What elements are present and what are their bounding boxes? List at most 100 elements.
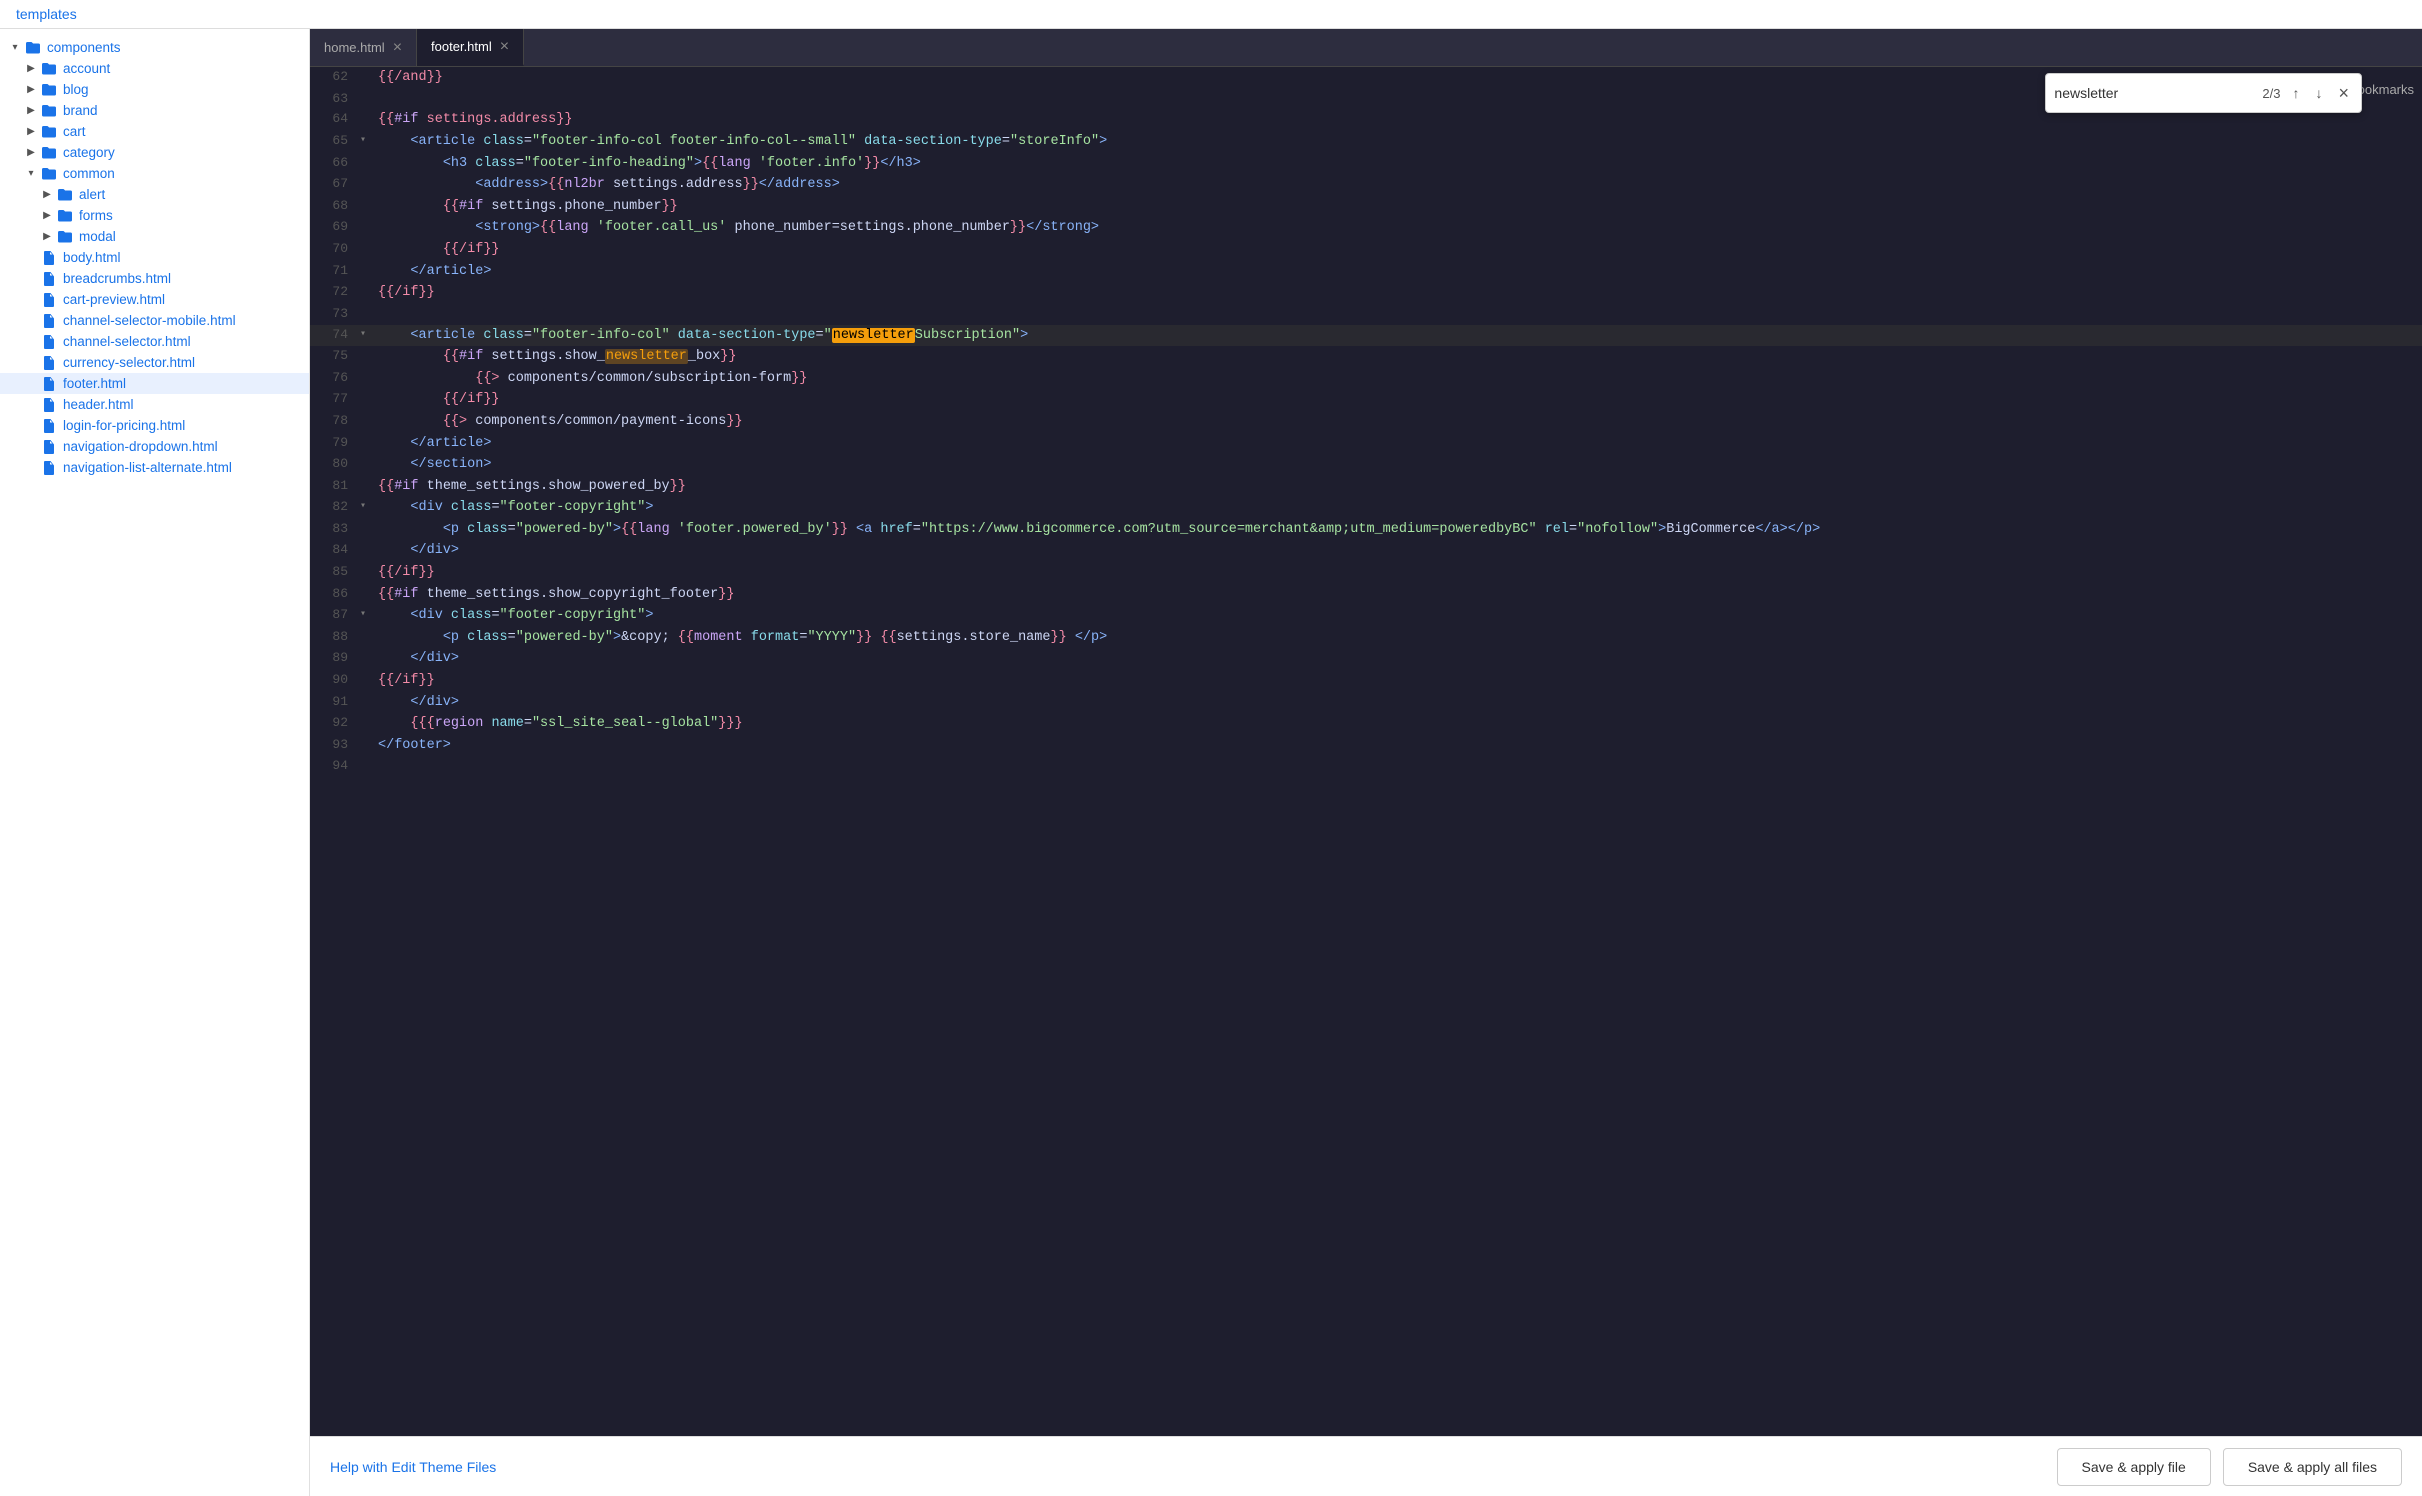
code-line-79: 79 </article>: [310, 433, 2422, 455]
line-content-90: {{/if}}: [374, 670, 2422, 692]
line-arrow-91: [360, 692, 374, 714]
line-num-69: 69: [310, 217, 360, 239]
editor-area: home.html × footer.html × 2/3 ↑ ↓ × >> |…: [310, 29, 2422, 1496]
tab-footer-html[interactable]: footer.html ×: [417, 29, 524, 66]
line-arrow-94: [360, 756, 374, 777]
sidebar-item-footer-html[interactable]: ▶ footer.html: [0, 373, 309, 394]
sidebar-item-channel-selector-mobile-html[interactable]: ▶ channel-selector-mobile.html: [0, 310, 309, 331]
code-line-94: 94: [310, 756, 2422, 777]
code-line-71: 71 </article>: [310, 261, 2422, 283]
line-content-73: [374, 304, 2422, 325]
sidebar-item-common[interactable]: ▾ common: [0, 163, 309, 184]
tab-close-footer-html[interactable]: ×: [500, 39, 509, 55]
sidebar-label-modal: modal: [79, 229, 116, 244]
line-num-80: 80: [310, 454, 360, 476]
line-arrow-66: [360, 153, 374, 175]
code-line-86: 86 {{#if theme_settings.show_copyright_f…: [310, 584, 2422, 606]
code-line-80: 80 </section>: [310, 454, 2422, 476]
line-num-79: 79: [310, 433, 360, 455]
chevron-right-icon: ▶: [40, 188, 54, 202]
line-arrow-73: [360, 304, 374, 325]
line-content-78: {{> components/common/payment-icons}}: [374, 411, 2422, 433]
sidebar-item-forms[interactable]: ▶ forms: [0, 205, 309, 226]
line-content-94: [374, 756, 2422, 777]
chevron-right-icon: ▶: [40, 230, 54, 244]
line-content-77: {{/if}}: [374, 389, 2422, 411]
sidebar-item-navigation-list-alternate-html[interactable]: ▶ navigation-list-alternate.html: [0, 457, 309, 478]
code-line-88: 88 <p class="powered-by">&copy; {{moment…: [310, 627, 2422, 649]
line-num-94: 94: [310, 756, 360, 777]
line-content-87: <div class="footer-copyright">: [374, 605, 2422, 627]
tab-label-home-html: home.html: [324, 40, 385, 55]
line-content-69: <strong>{{lang 'footer.call_us' phone_nu…: [374, 217, 2422, 239]
line-arrow-79: [360, 433, 374, 455]
sidebar-item-navigation-dropdown-html[interactable]: ▶ navigation-dropdown.html: [0, 436, 309, 457]
line-content-70: {{/if}}: [374, 239, 2422, 261]
code-line-72: 72 {{/if}}: [310, 282, 2422, 304]
line-arrow-89: [360, 648, 374, 670]
search-close-button[interactable]: ×: [2334, 81, 2353, 106]
code-line-68: 68 {{#if settings.phone_number}}: [310, 196, 2422, 218]
sidebar-item-breadcrumbs-html[interactable]: ▶ breadcrumbs.html: [0, 268, 309, 289]
search-input[interactable]: [2054, 85, 2254, 101]
line-content-65: <article class="footer-info-col footer-i…: [374, 131, 2422, 153]
line-content-92: {{{region name="ssl_site_seal--global"}}…: [374, 713, 2422, 735]
sidebar-item-body-html[interactable]: ▶ body.html: [0, 247, 309, 268]
sidebar-label-body-html: body.html: [63, 250, 121, 265]
folder-open-icon: [24, 41, 42, 55]
line-num-73: 73: [310, 304, 360, 325]
line-content-71: </article>: [374, 261, 2422, 283]
sidebar-item-cart[interactable]: ▶ cart: [0, 121, 309, 142]
search-prev-button[interactable]: ↑: [2288, 83, 2303, 103]
code-editor[interactable]: 62 {{/and}} 63 64 {{#if settings.address…: [310, 67, 2422, 1436]
line-arrow-69: [360, 217, 374, 239]
sidebar-item-channel-selector-html[interactable]: ▶ channel-selector.html: [0, 331, 309, 352]
line-content-91: </div>: [374, 692, 2422, 714]
sidebar-item-currency-selector-html[interactable]: ▶ currency-selector.html: [0, 352, 309, 373]
folder-icon: [40, 125, 58, 139]
line-arrow-90: [360, 670, 374, 692]
search-count: 2/3: [2262, 86, 2280, 101]
line-arrow-75: [360, 346, 374, 368]
save-apply-file-button[interactable]: Save & apply file: [2057, 1448, 2211, 1486]
file-icon: [40, 314, 58, 328]
folder-icon: [40, 62, 58, 76]
sidebar-item-account[interactable]: ▶ account: [0, 58, 309, 79]
line-content-84: </div>: [374, 540, 2422, 562]
sidebar-label-header-html: header.html: [63, 397, 134, 412]
line-content-79: </article>: [374, 433, 2422, 455]
line-arrow-88: [360, 627, 374, 649]
code-line-76: 76 {{> components/common/subscription-fo…: [310, 368, 2422, 390]
chevron-down-icon: ▾: [24, 167, 38, 181]
sidebar-label-channel-selector-html: channel-selector.html: [63, 334, 191, 349]
sidebar-item-components[interactable]: ▾ components: [0, 37, 309, 58]
save-apply-all-files-button[interactable]: Save & apply all files: [2223, 1448, 2402, 1486]
line-arrow-84: [360, 540, 374, 562]
code-line-77: 77 {{/if}}: [310, 389, 2422, 411]
folder-icon: [40, 104, 58, 118]
file-icon: [40, 356, 58, 370]
folder-icon: [56, 209, 74, 223]
sidebar-item-category[interactable]: ▶ category: [0, 142, 309, 163]
sidebar-label-account: account: [63, 61, 110, 76]
file-tree-sidebar: ▾ components ▶ account ▶ blog: [0, 29, 310, 1496]
line-arrow-87: ▾: [360, 605, 374, 627]
line-arrow-65: ▾: [360, 131, 374, 153]
sidebar-item-blog[interactable]: ▶ blog: [0, 79, 309, 100]
tab-home-html[interactable]: home.html ×: [310, 29, 417, 66]
sidebar-item-cart-preview-html[interactable]: ▶ cart-preview.html: [0, 289, 309, 310]
help-link[interactable]: Help with Edit Theme Files: [330, 1459, 496, 1475]
sidebar-item-alert[interactable]: ▶ alert: [0, 184, 309, 205]
tab-close-home-html[interactable]: ×: [393, 40, 402, 56]
sidebar-item-login-for-pricing-html[interactable]: ▶ login-for-pricing.html: [0, 415, 309, 436]
sidebar-item-modal[interactable]: ▶ modal: [0, 226, 309, 247]
templates-link[interactable]: templates: [16, 6, 77, 22]
sidebar-label-alert: alert: [79, 187, 105, 202]
line-arrow-64: [360, 109, 374, 131]
sidebar-item-header-html[interactable]: ▶ header.html: [0, 394, 309, 415]
line-content-72: {{/if}}: [374, 282, 2422, 304]
sidebar-label-cart: cart: [63, 124, 86, 139]
search-next-button[interactable]: ↓: [2311, 83, 2326, 103]
sidebar-item-brand[interactable]: ▶ brand: [0, 100, 309, 121]
chevron-right-icon: ▶: [40, 209, 54, 223]
